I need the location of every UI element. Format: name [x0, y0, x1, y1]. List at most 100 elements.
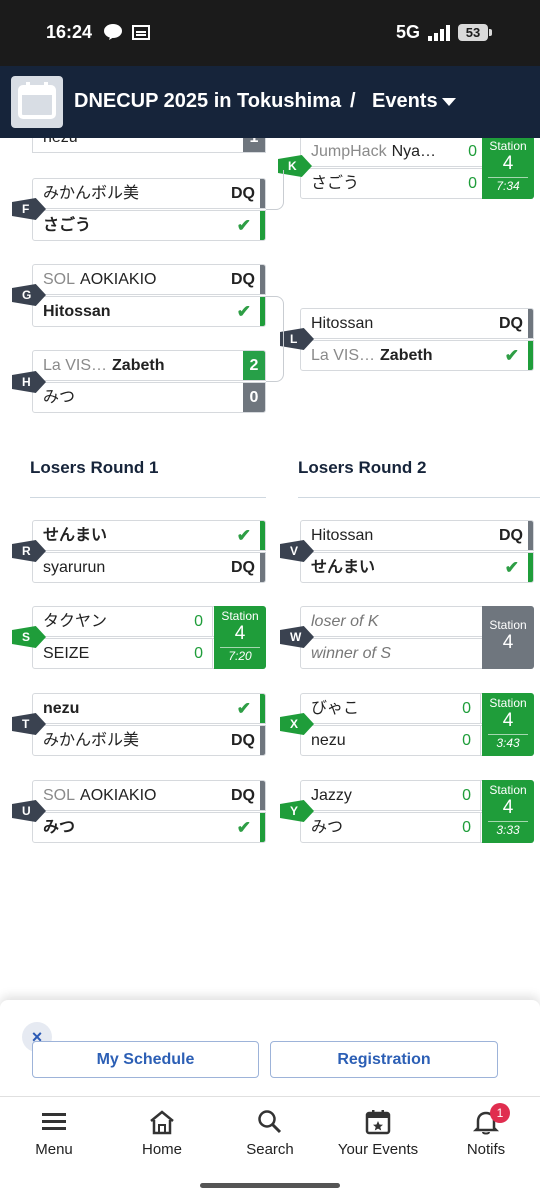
divider	[480, 781, 481, 810]
player-name: Zabeth	[112, 357, 165, 374]
check-icon: ✔	[236, 216, 251, 235]
player-name: タクヤン	[43, 613, 108, 630]
result-bar	[528, 521, 533, 550]
result-bar	[260, 694, 265, 723]
player-name: AOKIAKIO	[80, 271, 157, 288]
calendar-notification-icon	[132, 25, 150, 40]
player-name: Zabeth	[380, 347, 433, 364]
match-U[interactable]: SOL AOKIAKIO DQ みつ ✔	[32, 780, 266, 844]
divider	[212, 607, 213, 636]
player-slot: La VIS… Zabeth ✔	[300, 340, 534, 371]
divider	[298, 497, 540, 498]
player-name: SEIZE	[43, 645, 90, 662]
player-name: Jazzy	[311, 787, 352, 804]
divider	[480, 813, 481, 842]
player-name: nezu	[43, 700, 80, 717]
notification-badge: 1	[490, 1103, 510, 1123]
score: 0	[462, 732, 471, 749]
divider	[480, 726, 481, 755]
check-icon: ✔	[504, 558, 519, 577]
score: 0	[468, 175, 477, 192]
result-dq: DQ	[231, 559, 255, 576]
event-logo[interactable]	[11, 76, 63, 128]
status-bar: 16:24 5G 53	[0, 0, 540, 66]
nav-home[interactable]: Home	[108, 1109, 216, 1158]
player-slot: みかんボル美 DQ	[32, 178, 266, 209]
divider	[480, 694, 481, 723]
score: 0	[468, 143, 477, 160]
match-X[interactable]: びゃこ 0 nezu 0 Station 4 3:43	[300, 693, 534, 757]
player-name: loser of K	[311, 613, 379, 630]
chevron-down-icon[interactable]	[442, 98, 456, 108]
my-schedule-button[interactable]: My Schedule	[32, 1041, 259, 1078]
bracket-connector	[266, 170, 284, 210]
bracket-connector	[266, 296, 284, 382]
result-dq: DQ	[231, 732, 255, 749]
player-name: Nya…	[391, 143, 437, 160]
battery-icon: 53	[458, 24, 492, 41]
player-slot: みつ ✔	[32, 812, 266, 843]
player-slot: nezu ✔	[32, 693, 266, 724]
player-slot: さごう ✔	[32, 210, 266, 241]
score: 2	[243, 351, 265, 380]
events-dropdown[interactable]: Events	[372, 90, 438, 113]
player-slot: SOL AOKIAKIO DQ	[32, 264, 266, 295]
nav-search[interactable]: Search	[216, 1109, 324, 1158]
station-badge: Station 4 7:20	[214, 606, 266, 669]
result-bar	[260, 521, 265, 550]
player-team: SOL	[43, 271, 76, 288]
match-H[interactable]: La VIS… Zabeth 2 みつ 0	[32, 350, 266, 414]
player-name: せんまい	[43, 527, 108, 544]
check-icon: ✔	[236, 302, 251, 321]
event-title[interactable]: DNECUP 2025 in Tokushima	[74, 90, 341, 113]
action-panel: × My Schedule Registration	[0, 1000, 540, 1096]
menu-icon	[42, 1113, 66, 1130]
nav-menu[interactable]: Menu	[0, 1109, 108, 1158]
match-V[interactable]: Hitossan DQ せんまい ✔	[300, 520, 534, 584]
result-bar	[528, 309, 533, 338]
match-R[interactable]: せんまい ✔ syarurun DQ	[32, 520, 266, 584]
nav-your-events[interactable]: Your Events	[324, 1109, 432, 1158]
score: 0	[462, 700, 471, 717]
player-slot: みつ 0	[32, 382, 266, 413]
result-dq: DQ	[231, 271, 255, 288]
registration-button[interactable]: Registration	[270, 1041, 498, 1078]
result-dq: DQ	[499, 527, 523, 544]
gesture-bar[interactable]	[200, 1183, 340, 1188]
player-slot: syarurun DQ	[32, 552, 266, 583]
home-icon	[150, 1110, 174, 1135]
player-name: AOKIAKIO	[80, 787, 157, 804]
result-dq: DQ	[231, 787, 255, 804]
player-name: さごう	[43, 217, 92, 234]
player-team: La VIS…	[311, 347, 376, 364]
player-team: SOL	[43, 787, 76, 804]
result-dq: DQ	[499, 315, 523, 332]
player-name: Hitossan	[43, 303, 111, 320]
bracket-view[interactable]: nezu 1 JumpHackNya… 0 さごう 0 Station 4 7:…	[0, 138, 540, 1000]
divider	[30, 497, 266, 498]
match-F[interactable]: みかんボル美 DQ さごう ✔	[32, 178, 266, 242]
player-name: みつ	[43, 819, 76, 836]
breadcrumb-separator: /	[350, 90, 356, 112]
match-K[interactable]: JumpHack Nya… 0 さごう 0 Station 4 7:34	[300, 138, 534, 200]
round-title-losers-2: Losers Round 2	[298, 458, 427, 477]
status-time: 16:24	[46, 22, 93, 42]
match-L[interactable]: Hitossan DQ La VIS… Zabeth ✔	[300, 308, 534, 372]
result-bar	[260, 211, 265, 240]
score: 1	[243, 138, 265, 152]
player-name: みつ	[43, 389, 76, 406]
player-slot: Hitossan DQ	[300, 308, 534, 339]
app-header: DNECUP 2025 in Tokushima / Events	[0, 66, 540, 138]
nav-notifs[interactable]: 1 Notifs	[432, 1103, 540, 1158]
score: 0	[462, 819, 471, 836]
player-team: La VIS…	[43, 357, 108, 374]
match-T[interactable]: nezu ✔ みかんボル美 DQ	[32, 693, 266, 757]
match-S[interactable]: タクヤン 0 SEIZE 0 Station 4 7:20	[32, 606, 266, 670]
player-name: さごう	[311, 175, 360, 192]
result-bar	[260, 179, 265, 208]
match-G[interactable]: SOL AOKIAKIO DQ Hitossan ✔	[32, 264, 266, 328]
match-Y[interactable]: Jazzy 0 みつ 0 Station 4 3:33	[300, 780, 534, 844]
match-W[interactable]: loser of K winner of S Station 4	[300, 606, 534, 670]
station-badge: Station 4 3:33	[482, 780, 534, 843]
player-name: nezu	[311, 732, 346, 749]
